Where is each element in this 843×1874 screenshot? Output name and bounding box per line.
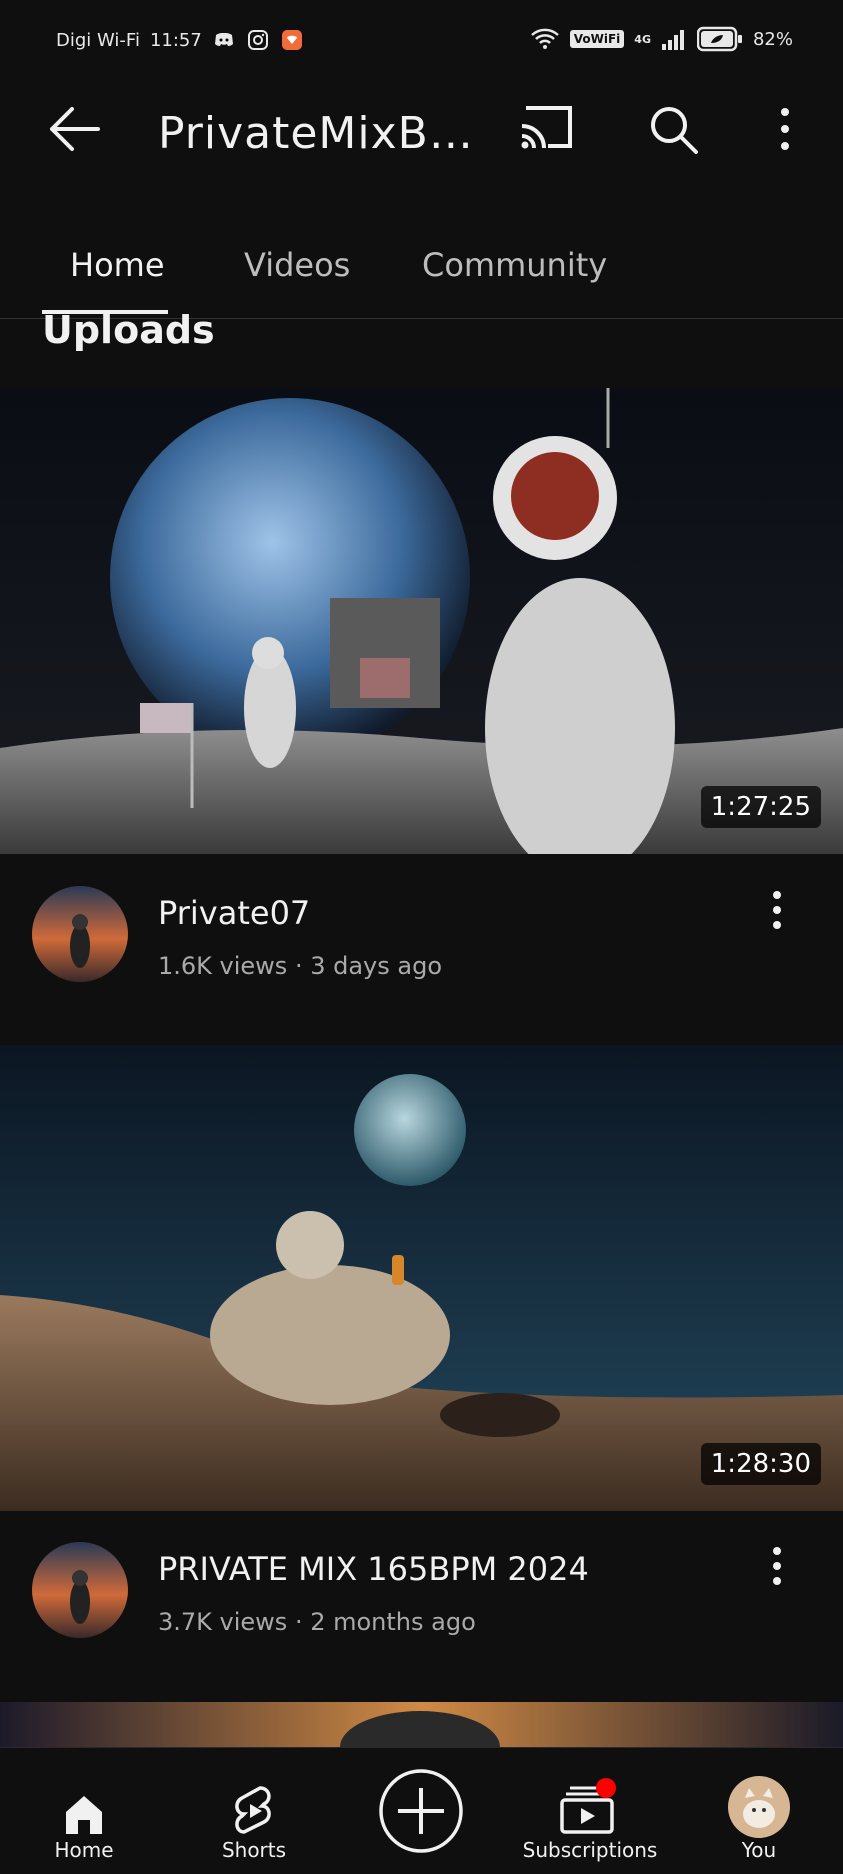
nav-label: Home (54, 1838, 114, 1862)
upload-age: 3 days ago (310, 952, 443, 980)
meta-separator: · (287, 1608, 311, 1636)
notification-dot (596, 1778, 616, 1798)
signal-icon (661, 30, 684, 50)
tab-community[interactable]: Community (422, 246, 607, 284)
video-menu-icon[interactable] (762, 886, 792, 936)
view-count: 1.6K views (158, 952, 288, 980)
video-duration: 1:28:30 (700, 1443, 821, 1485)
tab-videos[interactable]: Videos (244, 246, 350, 284)
wifi-icon (530, 28, 559, 49)
avatar-astronaut-icon (32, 886, 128, 982)
nav-home[interactable]: Home (4, 1748, 164, 1874)
video-menu-icon[interactable] (762, 1542, 792, 1592)
nav-label: Shorts (221, 1838, 287, 1862)
clock: 11:57 (149, 29, 202, 51)
vowifi-badge: VoWiFi (569, 30, 625, 48)
status-right: VoWiFi 4G 82% (530, 26, 793, 52)
meta-separator: · (287, 952, 311, 980)
discord-icon (214, 33, 233, 46)
nav-label: Subscriptions (522, 1838, 658, 1862)
home-icon (66, 1796, 102, 1834)
view-count: 3.7K views (158, 1608, 288, 1636)
shopping-app-icon (281, 30, 302, 50)
channel-tabs: Home Videos Community (0, 230, 843, 319)
more-options-icon[interactable] (772, 106, 798, 152)
video-meta: 3.7K views · 2 months ago (158, 1608, 476, 1636)
shorts-icon (235, 1786, 271, 1834)
bottom-navigation: Home Shorts Subscriptions You (0, 1747, 843, 1874)
nav-subscriptions[interactable]: Subscriptions (510, 1748, 670, 1874)
status-left: Digi Wi-Fi 11:57 (56, 28, 304, 52)
astronaut-relaxing-image (0, 1045, 843, 1511)
tab-home[interactable]: Home (70, 246, 165, 284)
video-title[interactable]: PRIVATE MIX 165BPM 2024 (158, 1550, 589, 1588)
video-title[interactable]: Private07 (158, 894, 310, 932)
nav-create[interactable] (341, 1748, 501, 1874)
video-thumbnail[interactable]: 1:27:25 (0, 388, 843, 854)
battery-icon (696, 26, 742, 52)
nav-label: You (741, 1838, 777, 1862)
video-duration: 1:27:25 (700, 786, 821, 828)
channel-avatar[interactable] (32, 886, 128, 982)
video-thumbnail[interactable]: 1:28:30 (0, 1045, 843, 1511)
space-scene-image (0, 1702, 843, 1747)
back-arrow-icon[interactable] (48, 104, 102, 154)
video-thumbnail[interactable] (0, 1702, 843, 1747)
avatar-astronaut-icon (32, 1542, 128, 1638)
network-type: 4G (634, 32, 651, 46)
channel-avatar[interactable] (32, 1542, 128, 1638)
channel-title: PrivateMixBi ... (158, 108, 478, 159)
profile-avatar-icon (728, 1776, 790, 1838)
search-icon[interactable] (648, 104, 700, 156)
upload-age: 2 months ago (310, 1608, 476, 1636)
create-plus-icon (379, 1769, 463, 1853)
cast-icon[interactable] (518, 104, 576, 152)
section-title: Uploads (42, 308, 215, 352)
carrier-label: Digi Wi-Fi (56, 29, 140, 51)
nav-shorts[interactable]: Shorts (174, 1748, 334, 1874)
video-meta: 1.6K views · 3 days ago (158, 952, 442, 980)
status-bar: Digi Wi-Fi 11:57 VoWiFi 4G 82% (0, 0, 843, 80)
nav-you[interactable]: You (679, 1748, 839, 1874)
subscriptions-icon-wrap (560, 1778, 620, 1838)
battery-percent: 82% (752, 28, 793, 50)
instagram-icon (247, 30, 268, 50)
astronauts-on-moon-image (0, 388, 843, 854)
